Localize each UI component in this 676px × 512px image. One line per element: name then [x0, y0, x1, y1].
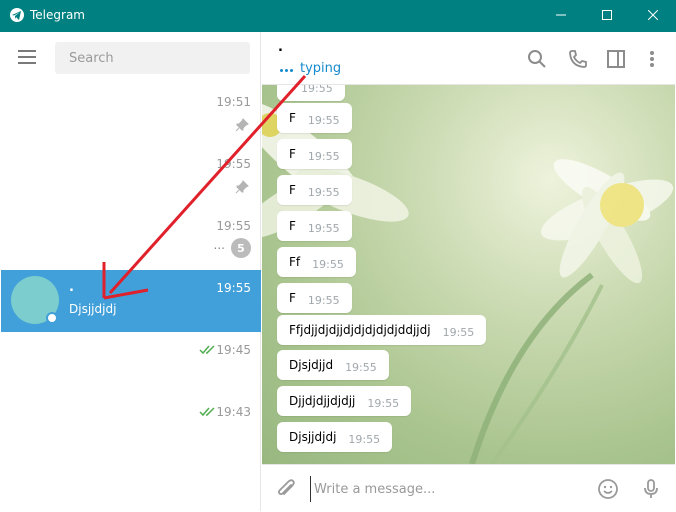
message-bubble[interactable]: F 19:55 — [277, 283, 352, 313]
title-bar: Telegram — [0, 0, 676, 32]
maximize-icon — [602, 9, 612, 24]
chat-list-item[interactable]: 19:51 — [1, 84, 261, 146]
chat-time: 19:55 — [216, 219, 251, 233]
unread-badge: 5 — [231, 238, 251, 258]
message-time: 19:55 — [348, 433, 381, 446]
peer-name[interactable]: . — [278, 40, 283, 55]
message-time: 19:55 — [345, 361, 377, 374]
message-bubble[interactable]: F 19:55 — [277, 211, 352, 241]
message-text: F — [289, 111, 296, 125]
message-time: 19:55 — [301, 85, 333, 95]
message-bubble[interactable]: Ffjdjjdjdjjdjdjdjdjdjddjjdj 19:55 — [277, 315, 487, 345]
emoji-icon[interactable] — [596, 477, 620, 501]
chat-list-item[interactable]: 19:55 — [1, 146, 261, 208]
chat-preview: ... — [213, 238, 225, 252]
message-area[interactable]: 19:55 F 19:55 F 19:55 F 19:55 F 19:55 Ff… — [262, 85, 675, 464]
double-check-icon — [199, 344, 217, 359]
telegram-logo-icon — [10, 8, 24, 22]
chat-time: 19:55 — [216, 157, 251, 171]
message-time: 19:55 — [307, 294, 340, 307]
message-text: F — [289, 291, 296, 305]
message-text: Djsjdjjd — [289, 358, 334, 372]
microphone-icon[interactable] — [639, 477, 663, 501]
message-text: F — [289, 147, 296, 161]
window-title: Telegram — [30, 8, 85, 22]
chat-list-item[interactable]: 19:55 ... 5 — [1, 208, 261, 270]
search-input[interactable] — [55, 42, 250, 74]
message-text: F — [289, 183, 296, 197]
chat-preview: Djsjjdjdj — [69, 302, 117, 316]
search-box[interactable] — [55, 42, 250, 74]
message-bubble[interactable]: Ff 19:55 — [277, 247, 356, 277]
chat-list-item[interactable]: 19:45 — [1, 332, 261, 394]
double-check-icon — [199, 406, 217, 421]
chat-list-item[interactable]: 19:43 — [1, 394, 261, 456]
chat-time: 19:45 — [216, 343, 251, 357]
online-indicator — [46, 312, 58, 324]
chat-list-sidebar: 19:51 19:55 19:55 ... 5 . 19:55 Djsjjdjd… — [1, 32, 261, 511]
message-bubble[interactable]: F 19:55 — [277, 139, 352, 169]
app-frame: 19:51 19:55 19:55 ... 5 . 19:55 Djsjjdjd… — [1, 32, 675, 511]
message-text: Ffjdjjdjdjjdjdjdjdjdjddjjdj — [289, 323, 431, 337]
message-time: 19:55 — [442, 326, 475, 339]
pin-icon — [235, 180, 249, 198]
typing-dots-icon — [280, 61, 295, 76]
message-text: Djjdjdjjdjdjj — [289, 394, 356, 408]
minimize-icon — [556, 9, 566, 24]
message-bubble[interactable]: Djsjdjjd 19:55 — [277, 350, 389, 380]
chat-name: . — [69, 280, 74, 295]
search-icon[interactable] — [526, 48, 548, 70]
message-time: 19:55 — [312, 258, 344, 271]
message-text: Djsjjdjdj — [289, 430, 337, 444]
message-text: F — [289, 219, 296, 233]
chat-time: 19:43 — [216, 405, 251, 419]
message-bubble[interactable]: Djjdjdjjdjdjj 19:55 — [277, 386, 412, 416]
message-bubble[interactable]: F 19:55 — [277, 175, 352, 205]
message-time: 19:55 — [307, 222, 340, 235]
message-bubble[interactable]: F 19:55 — [277, 103, 352, 133]
message-text: Ff — [289, 255, 301, 269]
typing-status-text: typing — [300, 61, 342, 76]
message-time: 19:55 — [367, 397, 400, 410]
message-bubble[interactable]: Djsjjdjdj 19:55 — [277, 422, 393, 452]
chat-time: 19:51 — [216, 95, 251, 109]
pin-icon — [235, 118, 249, 136]
sidebar-toggle-icon[interactable] — [605, 48, 627, 70]
close-button[interactable] — [630, 0, 676, 32]
maximize-button[interactable] — [584, 0, 630, 32]
message-composer — [262, 464, 675, 511]
phone-icon[interactable] — [567, 48, 589, 70]
chat-time: 19:55 — [216, 281, 251, 295]
minimize-button[interactable] — [538, 0, 584, 32]
message-time: 19:55 — [307, 114, 340, 127]
attach-icon[interactable] — [274, 477, 298, 501]
typing-status: typing — [280, 61, 341, 76]
message-time: 19:55 — [307, 186, 340, 199]
chat-list-item-active[interactable]: . 19:55 Djsjjdjdj — [1, 270, 261, 332]
menu-icon[interactable] — [18, 50, 38, 66]
message-time: 19:55 — [307, 150, 340, 163]
chat-header: . typing — [262, 32, 675, 85]
message-input[interactable] — [310, 476, 580, 502]
close-icon — [647, 9, 659, 24]
more-icon[interactable] — [641, 48, 663, 70]
message-bubble-partial[interactable]: 19:55 — [277, 85, 345, 101]
